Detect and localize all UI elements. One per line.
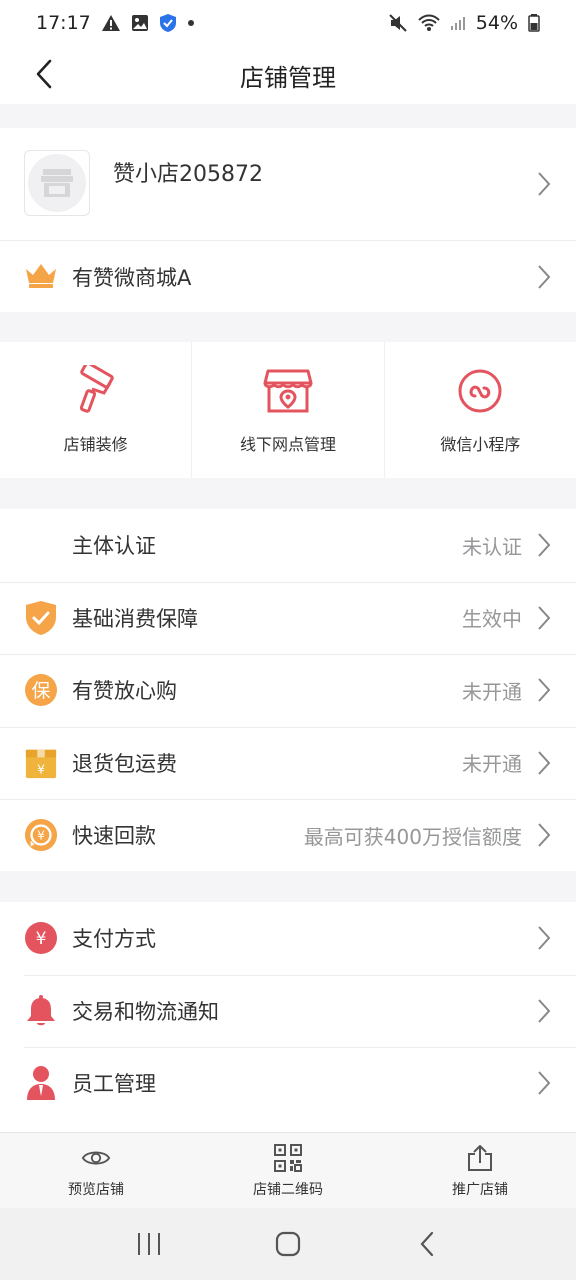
shop-info-card: 赞小店205872 有赞微商城A (0, 128, 576, 312)
warning-icon (101, 14, 121, 32)
crown-icon (24, 261, 58, 293)
system-navigation-bar (0, 1208, 576, 1280)
svg-text:¥: ¥ (36, 929, 47, 949)
home-button[interactable] (268, 1224, 308, 1264)
security-shield-icon (159, 13, 177, 33)
settings-list: ¥ 支付方式 交易和物流通知 员工管理 (0, 902, 576, 1132)
share-icon (465, 1143, 495, 1173)
shop-name: 赞小店205872 (113, 162, 263, 187)
status-time: 17:17 (36, 12, 91, 34)
services-list: 主体认证 未认证 基础消费保障 生效中 保 有赞放心购 未开通 ¥ 退货包运费 … (0, 509, 576, 871)
signal-icon (450, 15, 466, 31)
chevron-right-icon (536, 997, 552, 1025)
page-title: 店铺管理 (240, 63, 336, 92)
home-icon (275, 1231, 301, 1257)
row-label: 退货包运费 (72, 751, 177, 776)
mute-icon (388, 13, 408, 33)
row-label: 支付方式 (72, 927, 156, 952)
svg-text:¥: ¥ (37, 762, 45, 776)
system-back-button[interactable] (407, 1224, 447, 1264)
preview-shop-label: 预览店铺 (68, 1181, 124, 1198)
row-label: 主体认证 (72, 534, 156, 559)
list-item-fast-payment[interactable]: ¥ 快速回款 最高可获400万授信额度 (0, 799, 576, 872)
nav-bar: 店铺管理 (0, 46, 576, 104)
eye-icon (81, 1143, 111, 1173)
wifi-icon (418, 14, 440, 32)
list-item-return-shipping[interactable]: ¥ 退货包运费 未开通 (0, 726, 576, 800)
mini-program-icon (454, 365, 506, 417)
chevron-right-icon (536, 531, 552, 559)
row-label: 快速回款 (72, 824, 156, 849)
list-item-staff-management[interactable]: 员工管理 (0, 1047, 576, 1120)
tool-label: 线下网点管理 (239, 435, 336, 454)
chevron-right-icon (536, 263, 552, 291)
yuan-circle-icon: ¥ (24, 921, 58, 955)
guarantee-badge-icon: 保 (24, 673, 58, 707)
promote-shop-button[interactable]: 推广店铺 (384, 1133, 576, 1208)
tool-offline-stores[interactable]: 线下网点管理 (191, 342, 383, 478)
shop-qrcode-label: 店铺二维码 (253, 1181, 323, 1198)
row-value: 未认证 (462, 534, 522, 559)
chevron-right-icon (536, 924, 552, 952)
list-item-consumer-protection[interactable]: 基础消费保障 生效中 (0, 581, 576, 655)
chevron-right-icon (536, 749, 552, 777)
system-back-icon (420, 1231, 433, 1257)
svg-text:¥: ¥ (37, 829, 45, 843)
battery-icon (528, 14, 540, 32)
chevron-right-icon (536, 676, 552, 704)
list-item-notifications[interactable]: 交易和物流通知 (0, 974, 576, 1048)
qrcode-icon (273, 1143, 303, 1173)
row-label: 有赞放心购 (72, 679, 177, 704)
staff-icon (24, 1066, 58, 1101)
back-arrow-icon (36, 59, 52, 89)
list-item-entity-verification[interactable]: 主体认证 未认证 (0, 509, 576, 582)
row-label: 员工管理 (72, 1072, 156, 1097)
chevron-right-icon (536, 170, 552, 198)
paint-roller-icon (70, 365, 122, 417)
bottom-action-bar: 预览店铺 店铺二维码 推广店铺 (0, 1132, 576, 1208)
shop-logo (24, 150, 90, 216)
fast-payment-icon: ¥ (24, 818, 58, 852)
shop-qrcode-button[interactable]: 店铺二维码 (192, 1133, 384, 1208)
row-label: 基础消费保障 (72, 606, 198, 631)
dot-icon (187, 19, 195, 27)
tool-label: 店铺装修 (63, 435, 128, 454)
preview-shop-button[interactable]: 预览店铺 (0, 1133, 192, 1208)
battery-text: 54% (475, 12, 518, 34)
list-item-payment-methods[interactable]: ¥ 支付方式 (0, 902, 576, 975)
status-bar: 17:17 54% (0, 0, 576, 46)
row-label: 交易和物流通知 (72, 999, 219, 1024)
shield-check-icon (24, 600, 58, 635)
row-value: 最高可获400万授信额度 (303, 824, 522, 849)
shop-profile-row[interactable]: 赞小店205872 (0, 128, 576, 240)
chevron-right-icon (536, 1069, 552, 1097)
bell-icon (24, 994, 58, 1028)
tool-mini-program[interactable]: 微信小程序 (383, 342, 576, 478)
back-button[interactable] (26, 56, 62, 92)
recent-apps-icon (138, 1233, 161, 1255)
svg-text:保: 保 (31, 680, 50, 702)
chevron-right-icon (536, 821, 552, 849)
shop-plan-label: 有赞微商城A (72, 265, 192, 290)
tools-grid: 店铺装修 线下网点管理 微信小程序 (0, 342, 576, 478)
promote-shop-label: 推广店铺 (452, 1181, 508, 1198)
list-item-safe-purchase[interactable]: 保 有赞放心购 未开通 (0, 654, 576, 727)
row-value: 生效中 (462, 607, 522, 632)
row-value: 未开通 (462, 752, 522, 777)
row-value: 未开通 (462, 679, 522, 704)
store-location-icon (262, 365, 314, 417)
tool-label: 微信小程序 (440, 435, 521, 454)
image-icon (131, 14, 149, 32)
store-placeholder-icon (41, 169, 73, 197)
shipping-box-icon: ¥ (24, 746, 58, 780)
chevron-right-icon (536, 604, 552, 632)
shop-plan-row[interactable]: 有赞微商城A (0, 240, 576, 312)
recent-apps-button[interactable] (129, 1224, 169, 1264)
tool-shop-decoration[interactable]: 店铺装修 (0, 342, 191, 478)
